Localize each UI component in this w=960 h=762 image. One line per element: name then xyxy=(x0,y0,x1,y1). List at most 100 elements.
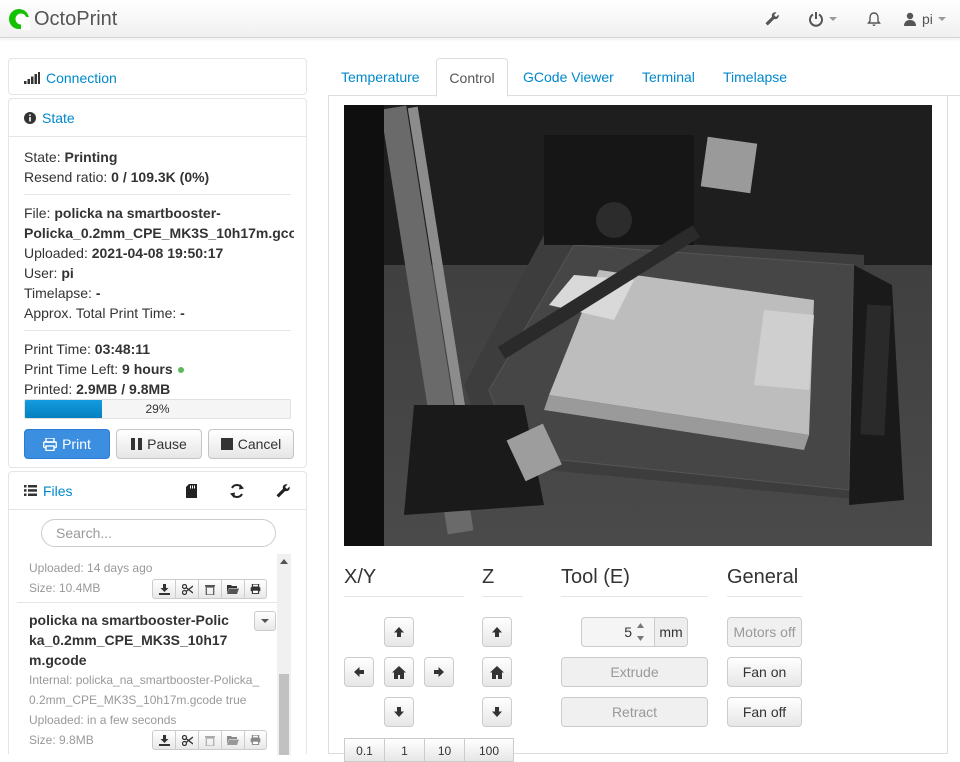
load-button[interactable] xyxy=(221,579,244,599)
file-actions xyxy=(152,579,267,599)
chevron-down-icon xyxy=(828,17,837,21)
brand-name: OctoPrint xyxy=(34,7,118,30)
jog-x-minus-button[interactable] xyxy=(344,657,374,687)
step-option[interactable]: 10 xyxy=(424,738,464,762)
cancel-button-label: Cancel xyxy=(237,436,282,452)
main-tabs: Temperature Control GCode Viewer Termina… xyxy=(328,58,960,97)
connection-toggle[interactable]: Connection xyxy=(9,59,306,96)
webcam-stream xyxy=(344,105,932,546)
extrude-unit: mm xyxy=(655,617,688,647)
refresh-files-button[interactable] xyxy=(214,483,260,499)
extrude-amount-group: mm xyxy=(581,617,688,647)
download-button[interactable] xyxy=(152,579,175,599)
jog-z-minus-button[interactable] xyxy=(482,697,512,727)
file-row: File: policka na smartbooster- xyxy=(24,203,291,223)
file-name-line: ka_0.2mm_CPE_MK3S_10h17 xyxy=(29,632,228,648)
print-time-row: Print Time: 03:48:11 xyxy=(24,339,291,359)
divider xyxy=(344,596,464,597)
printer-icon xyxy=(43,437,58,451)
file-entry-selected[interactable]: policka na smartbooster-Polic ka_0.2mm_C… xyxy=(29,610,287,750)
z-section-title: Z xyxy=(482,566,495,588)
file-uploaded: Uploaded: in a few seconds xyxy=(29,713,177,727)
chevron-down-icon xyxy=(261,619,269,623)
jog-y-minus-button[interactable] xyxy=(384,697,414,727)
load-print-button[interactable] xyxy=(244,579,267,599)
home-xy-button[interactable] xyxy=(384,657,414,687)
scroll-up-icon[interactable] xyxy=(277,554,291,568)
notifications-button[interactable] xyxy=(850,0,898,38)
wrench-icon xyxy=(276,484,290,498)
signal-icon xyxy=(24,71,40,84)
system-menu[interactable] xyxy=(794,0,850,38)
file-list: Uploaded: 14 days ago Size: 10.4MB polic… xyxy=(17,554,291,755)
tab-terminal[interactable]: Terminal xyxy=(642,58,695,96)
chevron-down-icon xyxy=(937,17,946,21)
state-toggle[interactable]: State xyxy=(9,99,306,137)
octoprint-logo-icon xyxy=(9,9,30,30)
user-menu[interactable]: pi xyxy=(898,0,960,38)
time-left-value: 9 hours xyxy=(122,361,173,377)
uploaded-value: 2021-04-08 19:50:17 xyxy=(91,245,224,261)
fan-off-button[interactable]: Fan off xyxy=(727,697,802,727)
tab-gcode-viewer[interactable]: GCode Viewer xyxy=(523,58,614,96)
state-title: State xyxy=(42,109,75,126)
slice-button[interactable] xyxy=(175,730,198,750)
jog-z-plus-button[interactable] xyxy=(482,617,512,647)
print-button[interactable]: Print xyxy=(24,429,110,459)
motors-off-button[interactable]: Motors off xyxy=(727,617,802,647)
expand-file-button[interactable] xyxy=(254,611,276,631)
files-title: Files xyxy=(43,482,73,499)
load-print-button[interactable] xyxy=(244,730,267,750)
resend-row: Resend ratio: 0 / 109.3K (0%) xyxy=(24,167,291,187)
folder-open-icon xyxy=(227,585,239,594)
delete-button[interactable] xyxy=(198,730,221,750)
cancel-button[interactable]: Cancel xyxy=(208,429,294,459)
arrow-down-icon xyxy=(492,707,502,717)
jog-x-plus-button[interactable] xyxy=(424,657,454,687)
step-option[interactable]: 0.1 xyxy=(344,738,384,762)
load-button[interactable] xyxy=(221,730,244,750)
file-list-scrollbar[interactable] xyxy=(277,554,291,755)
scrollbar-thumb[interactable] xyxy=(279,674,289,755)
user-name: pi xyxy=(922,11,933,27)
file-search-input[interactable] xyxy=(41,519,276,547)
tab-timelapse[interactable]: Timelapse xyxy=(723,58,787,96)
connection-panel: Connection xyxy=(8,58,307,95)
general-section-title: General xyxy=(727,566,799,588)
xy-section-title: X/Y xyxy=(344,566,377,588)
file-internal-line: 0.2mm_CPE_MK3S_10h17m.gcode true xyxy=(29,693,247,707)
extrude-button[interactable]: Extrude xyxy=(561,657,708,687)
settings-button[interactable] xyxy=(750,0,794,38)
step-option[interactable]: 1 xyxy=(384,738,424,762)
arrow-down-icon xyxy=(394,707,404,717)
retract-button[interactable]: Retract xyxy=(561,697,708,727)
files-settings-button[interactable] xyxy=(260,483,306,499)
download-button[interactable] xyxy=(152,730,175,750)
progress-text: 29% xyxy=(145,402,170,416)
file-entry[interactable]: Uploaded: 14 days ago xyxy=(29,558,287,578)
arrow-up-icon xyxy=(394,627,404,637)
sd-card-button[interactable] xyxy=(168,484,214,498)
user-label: User: xyxy=(24,265,58,281)
printed-label: Printed: xyxy=(24,381,73,397)
divider xyxy=(727,596,802,597)
spinner-arrows-icon[interactable] xyxy=(635,623,645,641)
pause-button[interactable]: Pause xyxy=(116,429,202,459)
tab-temperature[interactable]: Temperature xyxy=(341,58,420,96)
slice-button[interactable] xyxy=(175,579,198,599)
download-icon xyxy=(158,583,170,595)
divider xyxy=(24,194,291,195)
home-z-button[interactable] xyxy=(482,657,512,687)
jog-y-plus-button[interactable] xyxy=(384,617,414,647)
delete-button[interactable] xyxy=(198,579,221,599)
brand[interactable]: OctoPrint xyxy=(8,6,117,32)
jog-step-selector: 0.1 1 10 100 xyxy=(344,738,514,762)
step-option[interactable]: 100 xyxy=(464,738,514,762)
arrow-right-icon xyxy=(434,667,444,677)
time-left-label: Print Time Left: xyxy=(24,361,119,377)
files-panel: Files Uploaded: 14 days ago Size: 10.4MB xyxy=(8,471,307,755)
fan-on-button[interactable]: Fan on xyxy=(727,657,802,687)
tab-control[interactable]: Control xyxy=(436,58,508,97)
user-row: User: pi xyxy=(24,263,291,283)
file-actions xyxy=(152,730,267,750)
